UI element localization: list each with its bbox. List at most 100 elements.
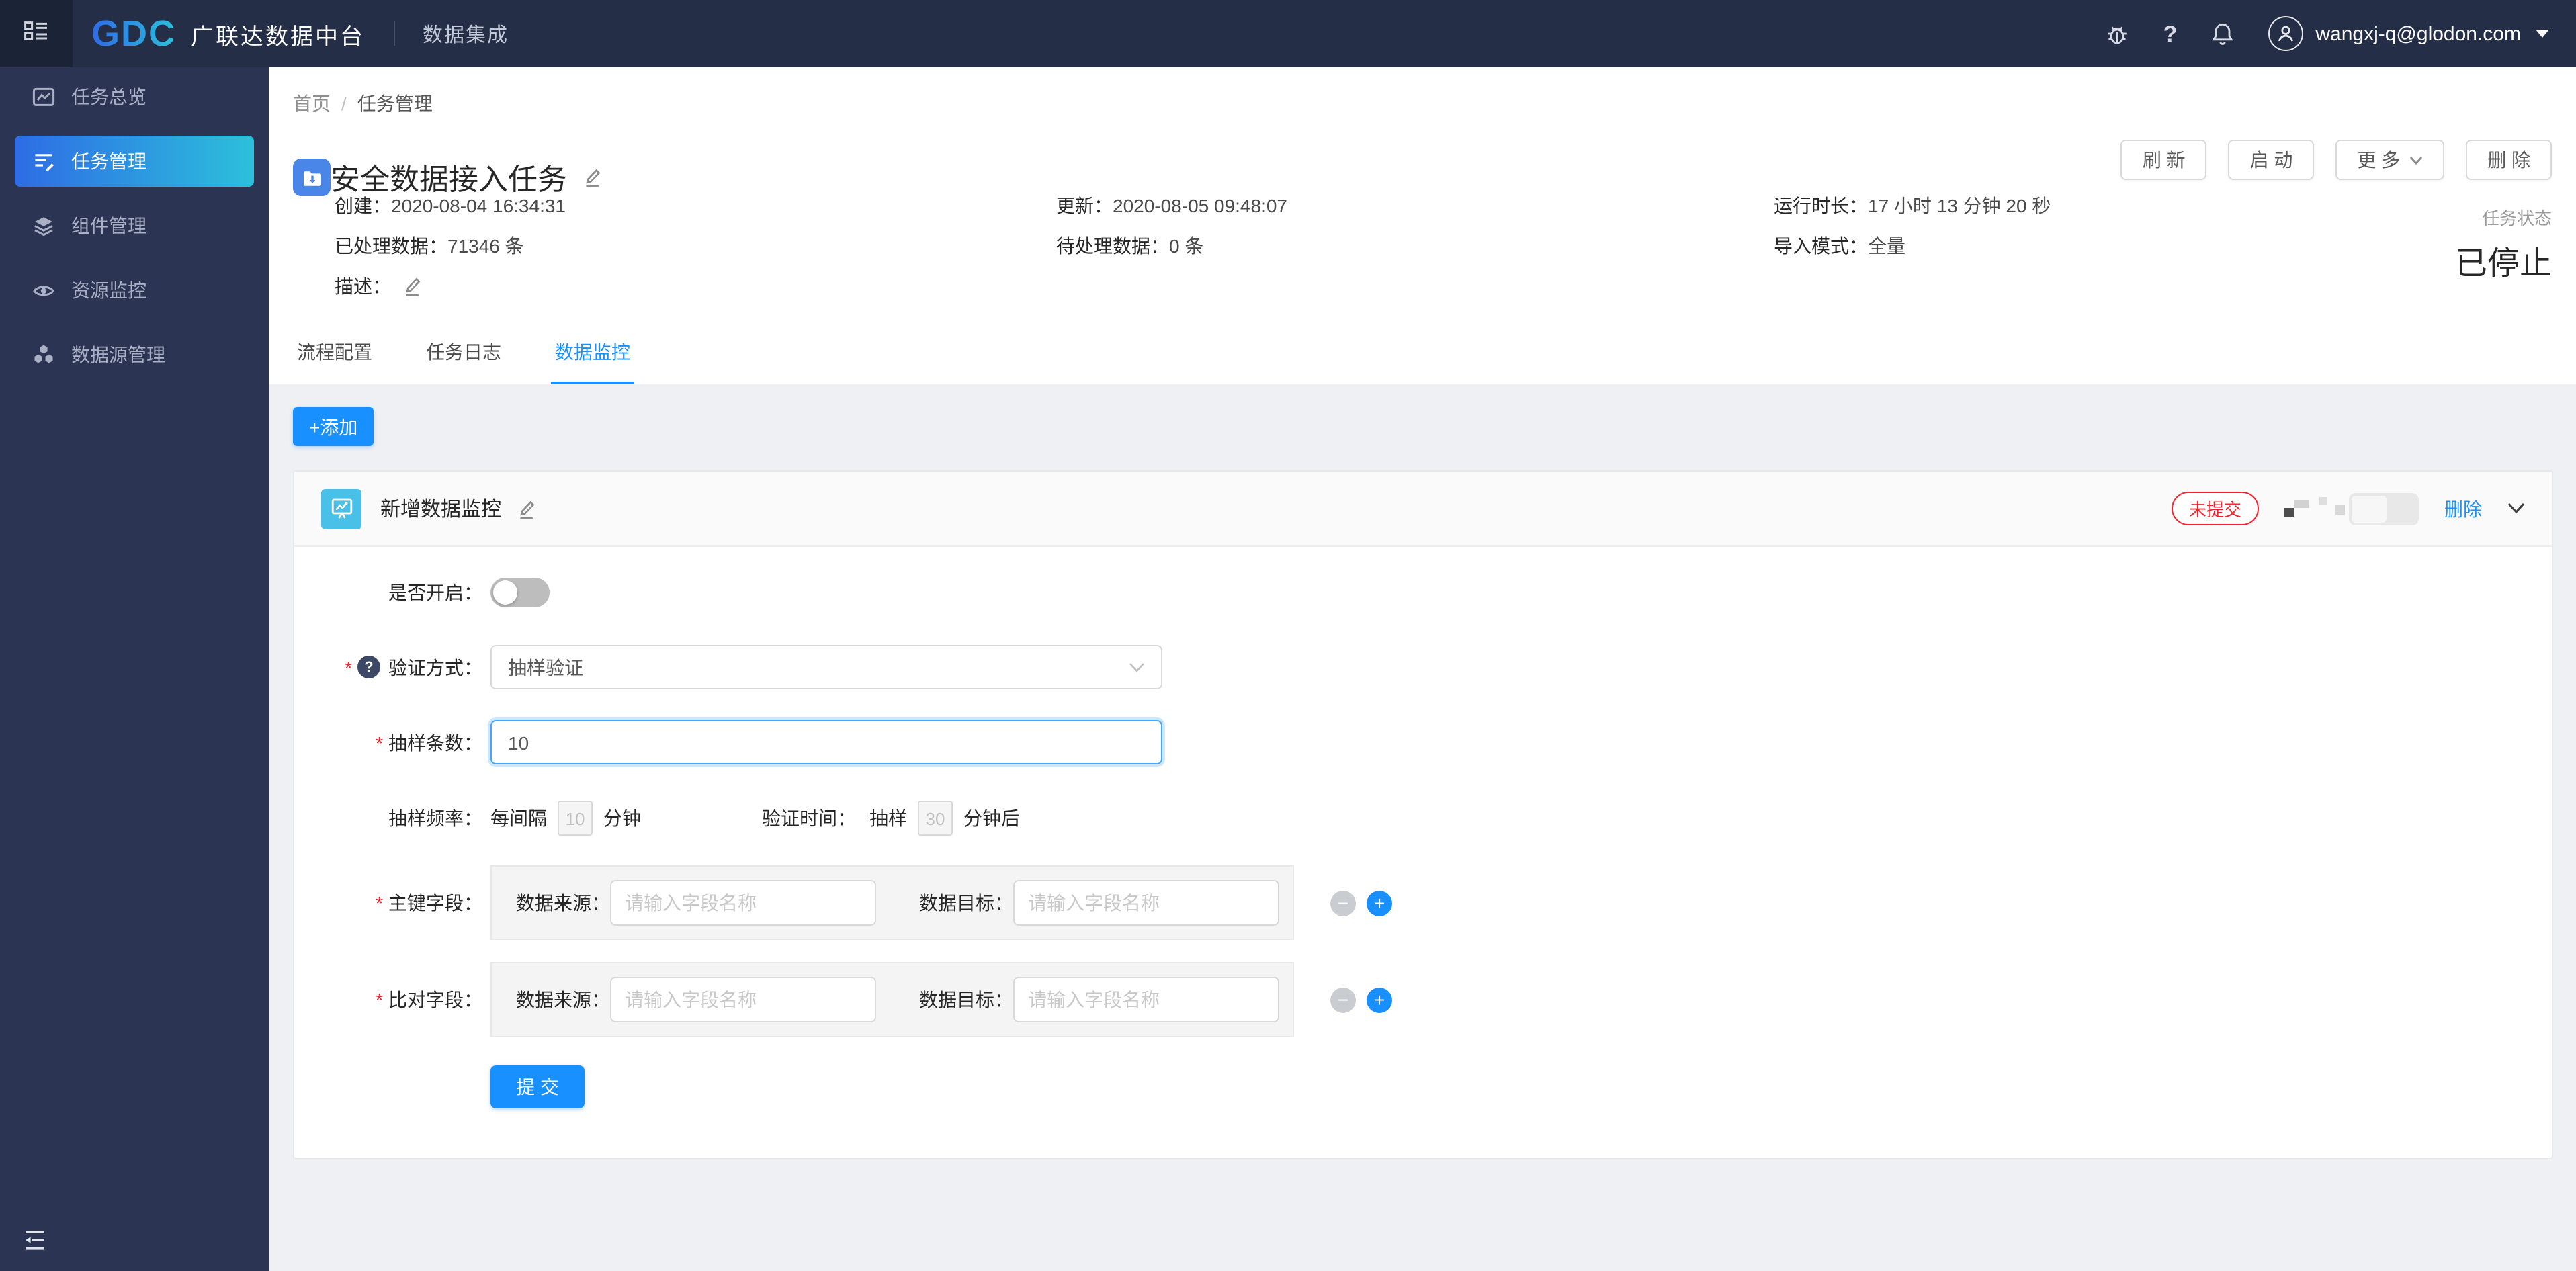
enable-toggle[interactable] [490, 578, 550, 607]
verify-label: 验证方式： [388, 656, 482, 678]
breadcrumb: 首页 / 任务管理 [293, 90, 433, 117]
layers-icon [32, 214, 55, 237]
compare-source-input[interactable] [610, 977, 876, 1022]
created-label: 创建： [335, 195, 391, 216]
tab-data-monitor[interactable]: 数据监控 [551, 325, 634, 384]
redacted-toggle[interactable] [2284, 492, 2419, 525]
import-mode-value: 全量 [1868, 235, 1905, 257]
verify-time-label: 验证时间： [762, 807, 856, 829]
updated-field: 更新： 2020-08-05 09:48:07 [1056, 192, 1774, 219]
submit-button[interactable]: 提 交 [490, 1065, 585, 1108]
import-mode-field: 导入模式： 全量 [1774, 232, 2051, 259]
select-chevron-icon [1129, 662, 1145, 672]
pending-value: 0 条 [1169, 235, 1204, 257]
menu-toggle-button[interactable] [0, 0, 73, 67]
task-info-grid: 创建： 2020-08-04 16:34:31 更新： 2020-08-05 0… [335, 192, 2051, 313]
delete-button[interactable]: 删 除 [2466, 140, 2552, 180]
import-mode-label: 导入模式： [1774, 235, 1868, 257]
description-field: 描述： [335, 273, 1056, 300]
verify-time-group: 验证时间： 抽样 分钟后 [762, 801, 1020, 836]
verify-time-prefix: 抽样 [869, 807, 907, 829]
user-caret-icon [2536, 30, 2549, 38]
primary-source-input[interactable] [610, 880, 876, 926]
menu-icon [24, 21, 48, 46]
avatar [2268, 16, 2304, 51]
task-header-section: 首页 / 任务管理 安全数据接入任务 创建： 2020-08-04 16:34:… [269, 67, 2576, 384]
verify-label-wrap: * ? 验证方式： [294, 654, 482, 681]
compare-field-panel: 数据来源： 数据目标： [490, 962, 1294, 1037]
verify-time-input[interactable] [918, 801, 953, 836]
sidebar-item-task-management[interactable]: 任务管理 [15, 136, 254, 187]
sample-count-input[interactable] [490, 720, 1162, 764]
breadcrumb-separator: / [341, 93, 347, 114]
add-monitor-button[interactable]: +添加 [293, 407, 374, 446]
user-menu[interactable]: wangxj-q@glodon.com [2268, 16, 2549, 51]
task-edit-icon [32, 150, 55, 173]
sidebar-item-component-management[interactable]: 组件管理 [15, 200, 254, 251]
processed-field: 已处理数据： 71346 条 [335, 232, 1056, 259]
source-label: 数据来源： [516, 989, 610, 1010]
monitor-chart-icon [321, 488, 361, 529]
notification-bell-icon[interactable] [2210, 21, 2235, 46]
datasource-cluster-icon [32, 344, 55, 365]
help-question-icon[interactable]: ? [357, 656, 380, 678]
monitor-panel-title: 新增数据监控 [380, 498, 502, 521]
pending-label: 待处理数据： [1056, 235, 1169, 257]
monitor-header-right: 未提交 删除 [2171, 492, 2525, 525]
collapse-panel-chevron-icon[interactable] [2507, 502, 2525, 515]
remove-primary-field-button[interactable]: − [1330, 890, 1356, 916]
sidebar-item-datasource-management[interactable]: 数据源管理 [15, 329, 254, 380]
sidebar-item-task-overview[interactable]: 任务总览 [15, 71, 254, 122]
updated-value: 2020-08-05 09:48:07 [1113, 195, 1287, 216]
compare-fields-row: * 比对字段： 数据来源： 数据目标： − + [294, 962, 2552, 1037]
task-folder-icon [293, 159, 331, 196]
remove-compare-field-button[interactable]: − [1330, 987, 1356, 1012]
edit-description-icon[interactable] [402, 275, 422, 297]
refresh-button[interactable]: 刷 新 [2120, 140, 2207, 180]
freq-label: 抽样频率： [388, 807, 482, 829]
count-label-wrap: * 抽样条数： [294, 729, 482, 756]
created-field: 创建： 2020-08-04 16:34:31 [335, 192, 1056, 219]
enable-label-wrap: 是否开启： [294, 579, 482, 606]
primary-field-panel: 数据来源： 数据目标： [490, 865, 1294, 940]
add-primary-field-button[interactable]: + [1367, 890, 1392, 916]
start-button[interactable]: 启 动 [2228, 140, 2315, 180]
created-value: 2020-08-04 16:34:31 [391, 195, 566, 216]
compare-row-buttons: − + [1330, 987, 1392, 1012]
processed-label: 已处理数据： [335, 235, 447, 257]
start-label: 启 动 [2249, 149, 2293, 171]
processed-value: 71346 条 [447, 235, 524, 257]
edit-monitor-title-icon[interactable] [516, 498, 536, 519]
app-name[interactable]: 数据集成 [423, 19, 509, 48]
chevron-down-icon [2410, 156, 2423, 165]
status-value: 已停止 [2455, 246, 2552, 282]
freq-suffix: 分钟 [603, 807, 641, 829]
more-label: 更 多 [2357, 149, 2401, 171]
topbar-right: ? wangxj-q@glodon.com [2104, 16, 2576, 51]
runtime-label: 运行时长： [1774, 195, 1868, 216]
freq-prefix: 每间隔 [490, 807, 547, 829]
monitor-card: 新增数据监控 未提交 删除 是否开启： * ? 验证方式： 抽样验证 * 抽样条… [293, 470, 2553, 1159]
more-button[interactable]: 更 多 [2335, 140, 2445, 180]
runtime-field: 运行时长： 17 小时 13 分钟 20 秒 [1774, 192, 2051, 219]
tab-flow-config[interactable]: 流程配置 [293, 325, 376, 384]
breadcrumb-current: 任务管理 [357, 93, 433, 114]
sidebar-item-label: 任务总览 [71, 86, 146, 107]
primary-label-wrap: * 主键字段： [294, 889, 482, 916]
verify-method-select[interactable]: 抽样验证 [490, 645, 1162, 689]
runtime-value: 17 小时 13 分钟 20 秒 [1868, 195, 2051, 216]
delete-monitor-link[interactable]: 删除 [2444, 495, 2482, 522]
sidebar-collapse-button[interactable] [22, 1229, 48, 1258]
bug-icon[interactable] [2104, 21, 2130, 46]
compare-target-input[interactable] [1013, 977, 1279, 1022]
sidebar-item-resource-monitor[interactable]: 资源监控 [15, 265, 254, 316]
count-label: 抽样条数： [388, 732, 482, 753]
help-icon[interactable]: ? [2163, 22, 2178, 45]
add-compare-field-button[interactable]: + [1367, 987, 1392, 1012]
freq-minutes-input[interactable] [558, 801, 593, 836]
tab-task-log[interactable]: 任务日志 [422, 325, 505, 384]
source-label: 数据来源： [516, 892, 610, 914]
breadcrumb-home[interactable]: 首页 [293, 90, 331, 117]
edit-title-icon[interactable] [582, 167, 602, 188]
primary-target-input[interactable] [1013, 880, 1279, 926]
